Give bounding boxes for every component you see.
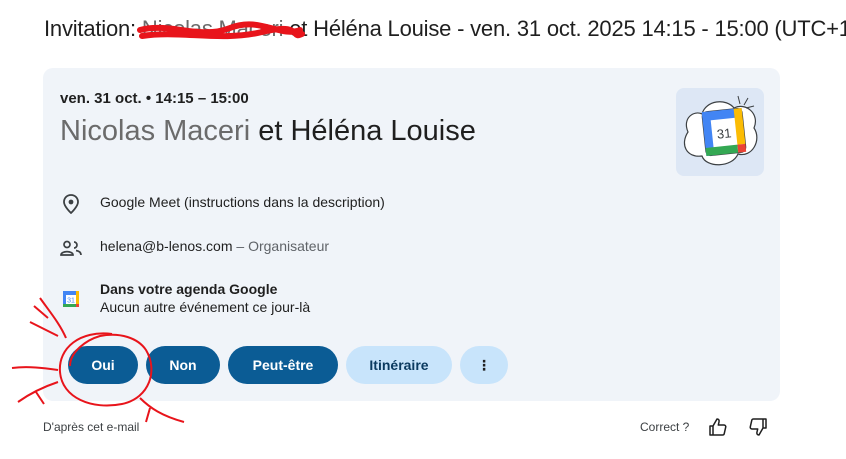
subject-redacted-name: Nicolas Maceri xyxy=(141,16,290,41)
calendar-illustration: 31 xyxy=(676,88,764,176)
subject-prefix: Invitation: xyxy=(44,16,142,41)
organizer-row: helena@b-lenos.com – Organisateur xyxy=(60,237,329,259)
feedback-question: Correct ? xyxy=(640,420,690,434)
calendar-day-number: 31 xyxy=(716,125,732,141)
google-calendar-icon: 31 xyxy=(60,288,82,310)
title-redacted-name: Nicolas Maceri xyxy=(60,115,259,147)
title-suffix: et Héléna Louise xyxy=(258,115,476,147)
calendar-status: Aucun autre événement ce jour-là xyxy=(100,299,311,315)
more-options-button[interactable]: ⋮ xyxy=(460,346,508,384)
subject-suffix: et Héléna Louise - ven. 31 oct. 2025 14:… xyxy=(289,16,846,41)
email-subject: Invitation: Nicolas Maceri et Héléna Lou… xyxy=(44,16,846,42)
location-row: Google Meet (instructions dans la descri… xyxy=(60,193,385,215)
rsvp-actions: Oui Non Peut-être Itinéraire ⋮ xyxy=(68,346,508,384)
location-text: Google Meet (instructions dans la descri… xyxy=(100,194,385,210)
email-view: Invitation: Nicolas Maceri et Héléna Lou… xyxy=(0,0,846,459)
event-card: ven. 31 oct. • 14:15 – 15:00 Nicolas Mac… xyxy=(43,68,780,401)
feedback-bar: Correct ? xyxy=(640,414,785,440)
people-icon xyxy=(60,237,82,259)
organizer-role: – Organisateur xyxy=(232,238,330,254)
organizer-email[interactable]: helena@b-lenos.com xyxy=(100,238,233,254)
calendar-heading: Dans votre agenda Google xyxy=(100,281,278,297)
organizer-text: helena@b-lenos.com – Organisateur xyxy=(100,237,329,255)
no-button[interactable]: Non xyxy=(146,346,220,384)
directions-button[interactable]: Itinéraire xyxy=(346,346,452,384)
yes-button[interactable]: Oui xyxy=(68,346,138,384)
thumbs-down-icon[interactable] xyxy=(745,414,771,440)
event-title: Nicolas Maceri et Héléna Louise xyxy=(60,115,476,148)
event-date: ven. 31 oct. • 14:15 – 15:00 xyxy=(60,90,249,107)
maybe-button[interactable]: Peut-être xyxy=(228,346,338,384)
location-pin-icon xyxy=(60,193,82,215)
thumbs-up-icon[interactable] xyxy=(705,414,731,440)
calendar-row: 31 Dans votre agenda Google Aucun autre … xyxy=(60,280,310,316)
calendar-icon-day: 31 xyxy=(67,298,75,305)
calendar-text: Dans votre agenda Google Aucun autre évé… xyxy=(100,280,310,316)
source-note: D'après cet e-mail xyxy=(43,420,140,434)
